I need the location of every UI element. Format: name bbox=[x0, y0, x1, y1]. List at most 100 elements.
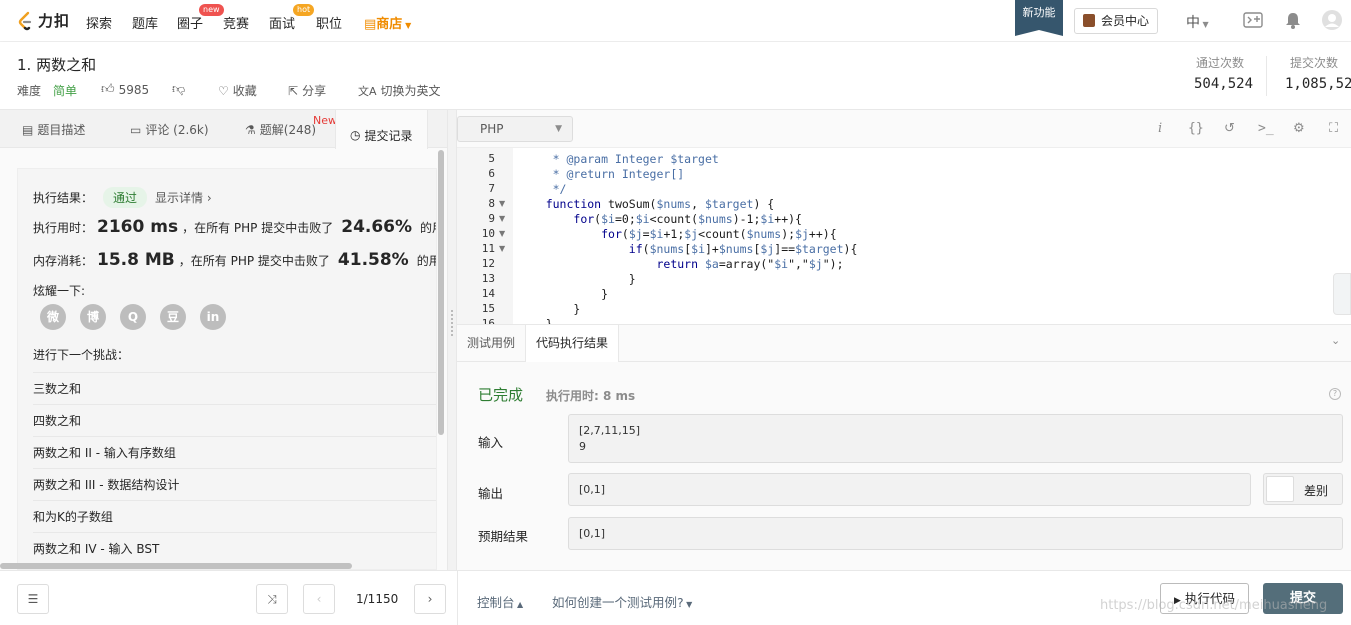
gear-icon[interactable]: ⚙ bbox=[1293, 121, 1305, 136]
code-line[interactable]: for($i=0;$i<count($nums)-1;$i++){ bbox=[518, 212, 802, 226]
code-editor[interactable]: 5 * @param Integer $target 6 * @return In… bbox=[457, 148, 1351, 325]
avatar[interactable] bbox=[1322, 10, 1342, 34]
weibo-icon[interactable]: 博 bbox=[80, 304, 106, 330]
nav-explore[interactable]: 探索 bbox=[86, 13, 112, 32]
code-line[interactable]: for($j=$i+1;$j<count($nums);$j++){ bbox=[518, 227, 837, 241]
info-icon[interactable]: i bbox=[1158, 121, 1162, 136]
fold-icon[interactable]: ▼ bbox=[499, 244, 505, 253]
playground-icon[interactable] bbox=[1243, 12, 1263, 32]
collapse-icon[interactable]: ⌄ bbox=[1331, 334, 1340, 347]
code-line[interactable]: function twoSum($nums, $target) { bbox=[518, 197, 775, 211]
list-item[interactable]: 和为K的子数组 bbox=[33, 500, 436, 532]
fullscreen-icon[interactable]: ⛶ bbox=[1329, 121, 1338, 136]
code-line[interactable]: * @return Integer[] bbox=[518, 167, 685, 181]
member-center-button[interactable]: 会员中心 bbox=[1074, 8, 1158, 34]
tab-description[interactable]: ▤ 题目描述 bbox=[22, 121, 85, 138]
terminal-icon[interactable]: >_ bbox=[1258, 121, 1274, 136]
wechat-icon[interactable]: 微 bbox=[40, 304, 66, 330]
list-item[interactable]: 两数之和 II - 输入有序数组 bbox=[33, 436, 436, 468]
nav-store-label: 商店 bbox=[376, 17, 403, 32]
list-item[interactable]: 四数之和 bbox=[33, 404, 436, 436]
tab-solutions-label: 题解(248) bbox=[259, 123, 317, 137]
line-number: 9 bbox=[488, 212, 495, 225]
list-icon: ☰ bbox=[27, 592, 39, 606]
left-panel: ▤ 题目描述 ▭ 评论 (2.6k) ⚗ 题解(248) New ◷ 提交记录 … bbox=[0, 110, 447, 570]
nav-circle[interactable]: 圈子 new bbox=[177, 4, 224, 32]
favorite-button[interactable]: ♡ 收藏 bbox=[218, 82, 257, 99]
nav-store[interactable]: ▤商店 ▼ bbox=[364, 13, 411, 32]
memory-tail: 的用户 bbox=[416, 254, 436, 268]
list-item[interactable]: 两数之和 IV - 输入 BST bbox=[33, 532, 436, 564]
code-line[interactable]: */ bbox=[518, 182, 567, 196]
prev-problem-button[interactable]: ‹ bbox=[303, 584, 335, 614]
tab-submissions[interactable]: ◷ 提交记录 bbox=[335, 110, 428, 149]
line-number: 5 bbox=[488, 152, 495, 165]
dislike-button[interactable]: 👎︎ bbox=[172, 82, 185, 97]
fold-icon[interactable]: ▼ bbox=[499, 199, 505, 208]
code-line[interactable]: return $a=array("$i","$j"); bbox=[518, 257, 843, 271]
howto-testcase-link[interactable]: 如何创建一个测试用例? ▼ bbox=[552, 592, 692, 611]
chevron-left-icon: ‹ bbox=[316, 592, 322, 606]
chevron-down-icon: ▼ bbox=[1200, 20, 1209, 29]
show-details-link[interactable]: 显示详情 › bbox=[155, 189, 212, 206]
runtime-percent: 24.66% bbox=[341, 217, 413, 237]
list-item[interactable]: 两数之和 III - 数据结构设计 bbox=[33, 468, 436, 500]
memory-percent: 41.58% bbox=[337, 250, 409, 270]
vertical-scrollbar[interactable] bbox=[438, 150, 444, 435]
tab-run-result[interactable]: 代码执行结果 bbox=[525, 325, 620, 363]
reset-icon[interactable]: ↺ bbox=[1224, 121, 1235, 136]
tab-testcase[interactable]: 测试用例 bbox=[457, 325, 525, 362]
memory-value: 15.8 MB bbox=[97, 250, 175, 270]
list-item[interactable]: 三数之和 bbox=[33, 372, 436, 404]
diff-toggle[interactable]: 差别 bbox=[1263, 473, 1343, 505]
bell-icon[interactable] bbox=[1285, 12, 1301, 33]
tab-comments[interactable]: ▭ 评论 (2.6k) bbox=[130, 121, 209, 138]
code-line[interactable]: } bbox=[518, 287, 608, 301]
random-problem-button[interactable]: ⤨ bbox=[256, 584, 288, 614]
left-tabs: ▤ 题目描述 ▭ 评论 (2.6k) ⚗ 题解(248) New ◷ 提交记录 bbox=[0, 110, 447, 149]
heart-icon: ♡ bbox=[218, 83, 229, 98]
tab-solutions[interactable]: ⚗ 题解(248) bbox=[245, 121, 316, 138]
submissions-label: 提交次数 bbox=[1290, 56, 1339, 70]
code-line[interactable]: * @param Integer $target bbox=[518, 152, 719, 166]
line-number: 7 bbox=[488, 182, 495, 195]
nav-jobs[interactable]: 职位 bbox=[316, 13, 342, 32]
douban-icon[interactable]: 豆 bbox=[160, 304, 186, 330]
runtime-row: 执行用时： 2160 ms ，在所有 PHP 提交中击败了 24.66% 的用户 bbox=[33, 217, 436, 237]
side-panel-tab[interactable] bbox=[1333, 273, 1351, 315]
fold-icon[interactable]: ▼ bbox=[499, 214, 505, 223]
chevron-down-icon: ▼ bbox=[683, 600, 693, 609]
nav-contest[interactable]: 竞赛 bbox=[223, 13, 249, 32]
new-feature-ribbon[interactable]: 新功能 bbox=[1015, 0, 1063, 36]
next-problem-button[interactable]: › bbox=[414, 584, 446, 614]
share-button[interactable]: ⇱ 分享 bbox=[288, 82, 326, 99]
horizontal-scrollbar[interactable] bbox=[0, 563, 352, 569]
code-line[interactable]: if($nums[$i]+$nums[$j]==$target){ bbox=[518, 242, 858, 256]
language-switch[interactable]: 中 ▼ bbox=[1186, 12, 1209, 32]
chevron-up-icon: ▲ bbox=[514, 600, 524, 609]
next-challenge-label: 进行下一个挑战： bbox=[33, 348, 130, 362]
code-line[interactable]: } bbox=[518, 317, 553, 324]
watermark: https://blog.csdn.net/meihuasheng bbox=[1100, 598, 1328, 613]
code-line[interactable]: } bbox=[518, 272, 636, 286]
leetcode-logo[interactable]: 力扣 bbox=[16, 10, 70, 31]
switch-language-button[interactable]: 文A 切换为英文 bbox=[358, 82, 441, 99]
fold-icon[interactable]: ▼ bbox=[499, 229, 505, 238]
result-tabs: 测试用例 代码执行结果 ⌄ bbox=[457, 325, 1351, 363]
code-line[interactable]: } bbox=[518, 302, 580, 316]
panel-resize-handle[interactable] bbox=[447, 110, 457, 570]
nav-problems[interactable]: 题库 bbox=[132, 13, 158, 32]
like-button[interactable]: 👍︎ 5985 bbox=[101, 82, 149, 97]
language-select[interactable]: PHP ▼ bbox=[457, 116, 573, 142]
linkedin-icon[interactable]: in bbox=[200, 304, 226, 330]
run-result-panel: 已完成 执行用时: 8 ms ? 输入 [2,7,11,15] 9 输出 [0,… bbox=[457, 362, 1351, 570]
chevron-down-icon: ▼ bbox=[555, 124, 562, 134]
help-icon[interactable]: ? bbox=[1329, 388, 1341, 400]
result-row: 执行结果： 通过 显示详情 › bbox=[33, 187, 212, 208]
console-toggle[interactable]: 控制台 ▲ bbox=[477, 592, 523, 611]
qq-icon[interactable]: Q bbox=[120, 304, 146, 330]
flask-icon: ⚗ bbox=[245, 122, 256, 137]
braces-icon[interactable]: {} bbox=[1188, 121, 1204, 136]
problem-list-button[interactable]: ☰ bbox=[17, 584, 49, 614]
nav-interview[interactable]: 面试 hot bbox=[269, 4, 315, 32]
